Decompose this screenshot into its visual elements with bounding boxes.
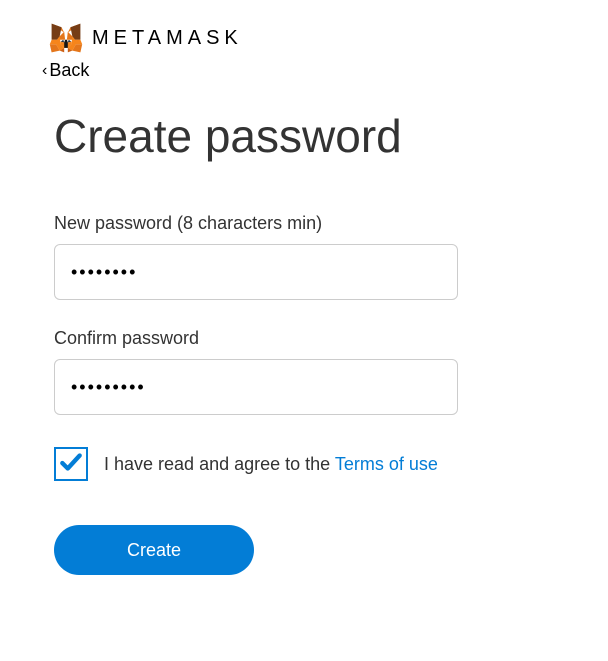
terms-row: I have read and agree to the Terms of us… [54,447,554,481]
terms-text: I have read and agree to the Terms of us… [104,454,438,475]
terms-prefix: I have read and agree to the [104,454,335,474]
back-row: ‹ Back [0,56,608,81]
terms-link[interactable]: Terms of use [335,454,438,474]
checkmark-icon [58,449,84,480]
terms-checkbox[interactable] [54,447,88,481]
content: Create password New password (8 characte… [0,81,608,575]
chevron-left-icon: ‹ [42,62,47,80]
back-link[interactable]: ‹ Back [42,60,89,81]
create-button[interactable]: Create [54,525,254,575]
new-password-field: New password (8 characters min) [54,213,554,300]
new-password-input[interactable] [54,244,458,300]
metamask-fox-icon [48,20,84,56]
confirm-password-label: Confirm password [54,328,554,349]
confirm-password-field: Confirm password [54,328,554,415]
new-password-label: New password (8 characters min) [54,213,554,234]
page-title: Create password [54,109,554,163]
header: METAMASK [0,0,608,56]
confirm-password-input[interactable] [54,359,458,415]
brand-name: METAMASK [92,27,243,50]
back-label: Back [49,60,89,81]
